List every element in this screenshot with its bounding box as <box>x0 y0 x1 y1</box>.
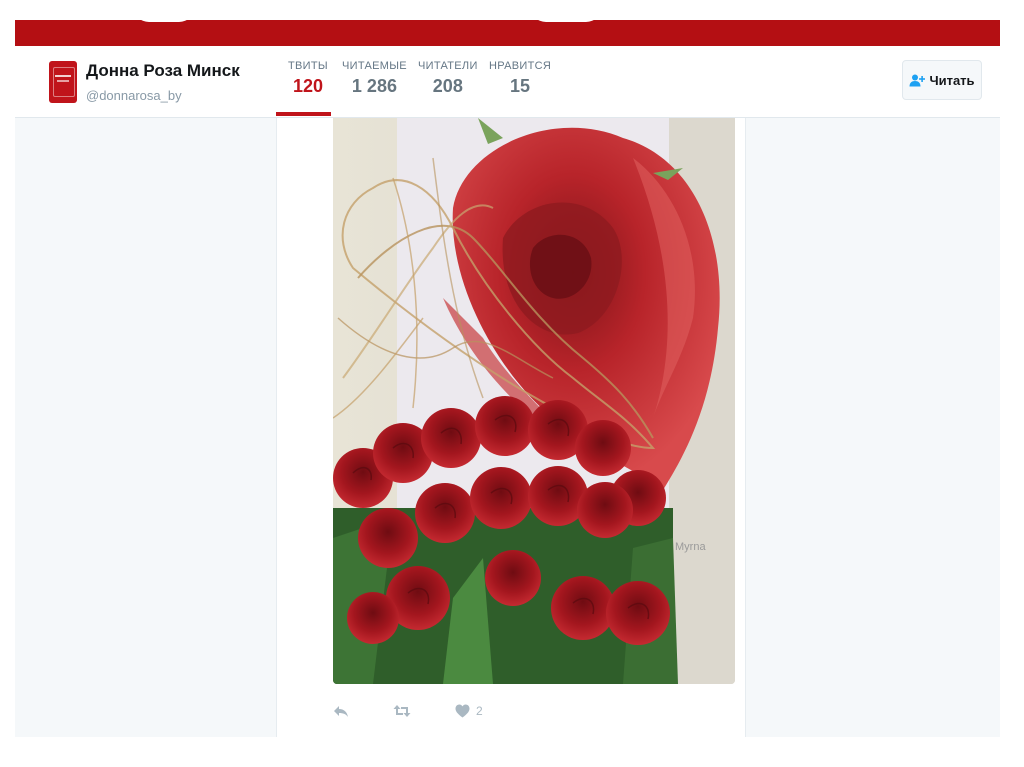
retweet-icon <box>393 705 411 717</box>
like-button[interactable]: 2 <box>455 704 483 718</box>
cover-decoration <box>133 20 195 22</box>
stat-followers[interactable]: ЧИТАТЕЛИ 208 <box>418 60 478 97</box>
tweet-photo[interactable]: Myrna <box>333 118 735 684</box>
follow-button[interactable]: Читать <box>902 60 982 100</box>
avatar-logo-mark <box>55 75 71 77</box>
stat-label: НРАВИТСЯ <box>489 60 552 72</box>
stat-likes[interactable]: НРАВИТСЯ 15 <box>489 60 551 97</box>
like-count: 2 <box>476 704 483 718</box>
heart-icon <box>455 704 470 718</box>
stat-following[interactable]: ЧИТАЕМЫЕ 1 286 <box>342 60 407 97</box>
active-tab-indicator <box>276 112 331 116</box>
stat-label: ТВИТЫ <box>288 60 328 72</box>
timeline: Myrna 2 <box>276 118 746 737</box>
stat-value: 208 <box>432 76 463 96</box>
stat-tweets[interactable]: ТВИТЫ 120 <box>288 60 328 97</box>
roses-photo: Myrna <box>333 118 735 684</box>
photo-caption: Myrna <box>675 541 706 553</box>
tweet-actions: 2 <box>333 700 527 722</box>
stat-label: ЧИТАТЕЛИ <box>418 60 478 72</box>
person-plus-icon <box>909 74 926 86</box>
stat-value: 120 <box>292 76 323 96</box>
follow-button-label: Читать <box>929 72 975 88</box>
stat-label: ЧИТАЕМЫЕ <box>342 60 407 72</box>
profile-handle[interactable]: @donnarosa_by <box>86 88 182 103</box>
stat-value: 15 <box>510 76 531 96</box>
profile-name[interactable]: Донна Роза Минск <box>86 61 240 81</box>
stat-value: 1 286 <box>351 76 397 96</box>
twitter-profile-page: Донна Роза Минск @donnarosa_by ТВИТЫ 120… <box>15 20 1000 737</box>
reply-button[interactable] <box>333 704 349 718</box>
avatar-logo-mark <box>57 80 69 82</box>
cover-image <box>15 20 1000 46</box>
avatar[interactable] <box>49 61 77 103</box>
retweet-button[interactable] <box>393 704 411 718</box>
cover-decoration <box>530 20 602 22</box>
profile-nav-bar: Донна Роза Минск @donnarosa_by ТВИТЫ 120… <box>15 46 1000 118</box>
reply-icon <box>334 706 348 717</box>
avatar-logo-frame <box>53 67 75 97</box>
